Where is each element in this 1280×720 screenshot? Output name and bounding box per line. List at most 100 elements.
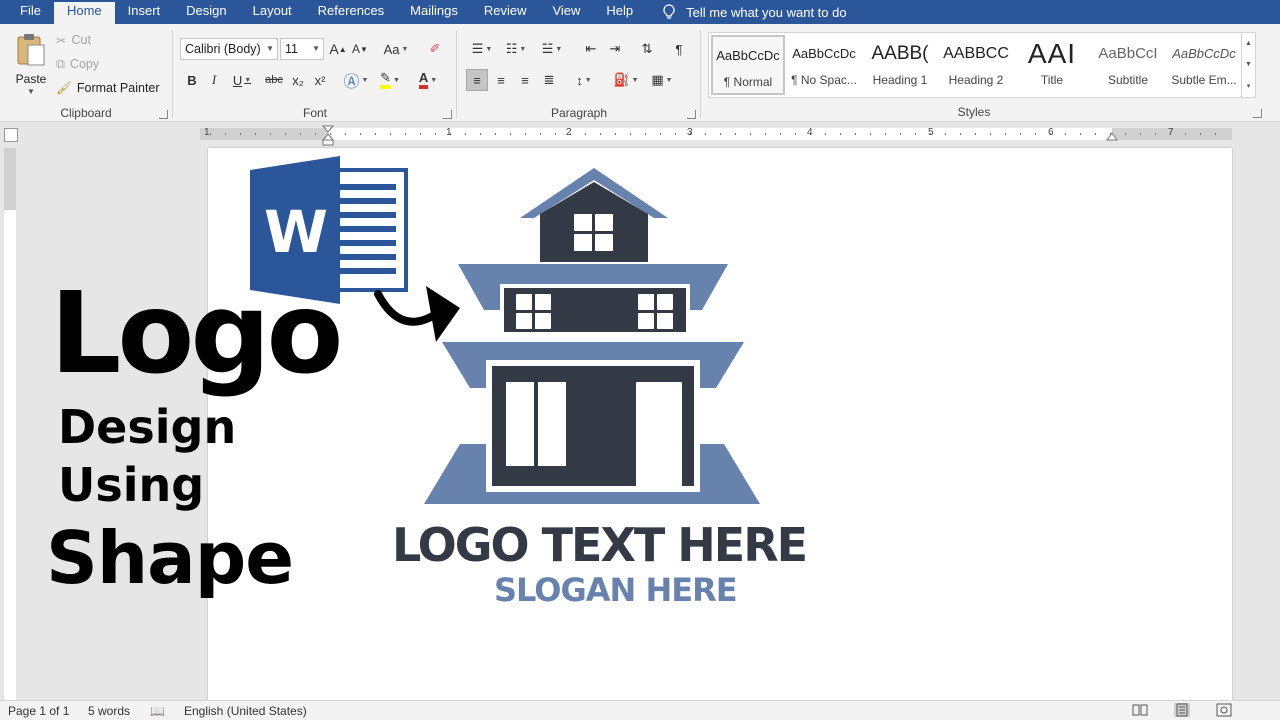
cut-button[interactable]: ✂ Cut [56, 30, 91, 50]
pilcrow-icon: ¶ [675, 41, 683, 57]
tab-review[interactable]: Review [471, 0, 540, 24]
vertical-ruler[interactable] [4, 148, 16, 700]
clipboard-launcher-icon[interactable] [159, 110, 168, 119]
copy-button[interactable]: ⧉ Copy [56, 54, 99, 74]
align-right-button[interactable]: ≡ [514, 69, 536, 91]
read-mode-icon[interactable] [1132, 703, 1148, 717]
horizontal-ruler[interactable]: 1 1 2 3 4 5 6 7 [200, 125, 1232, 146]
align-center-button[interactable]: ≡ [490, 69, 512, 91]
style-title[interactable]: AAI Title [1015, 35, 1089, 95]
more-styles-icon[interactable]: ▾ [1247, 82, 1251, 90]
underline-button[interactable]: U ▼ [228, 69, 256, 91]
sort-button[interactable]: ⇅ [636, 38, 658, 60]
style-sample: AaBbCcDc [792, 46, 856, 61]
proofing-icon[interactable]: 📖 [150, 704, 165, 718]
word-count[interactable]: 5 words [88, 704, 130, 718]
increase-indent-icon: ⇥ [609, 41, 621, 56]
paste-button[interactable]: Paste ▼ [12, 32, 50, 98]
font-size-select[interactable]: 11 ▼ [280, 38, 324, 60]
strikethrough-button[interactable]: abc [262, 69, 286, 91]
style-sample: AaBbCcI [1098, 45, 1158, 62]
indent-marker-icon[interactable] [322, 125, 334, 147]
ruler-number: 1 [204, 127, 210, 138]
tab-design[interactable]: Design [173, 0, 239, 24]
bullets-button[interactable]: ☰ ▼ [466, 38, 498, 60]
paintbrush-icon: 🖌 [56, 80, 72, 95]
decrease-indent-button[interactable]: ⇤ [580, 38, 602, 60]
chevron-down-icon: ▼ [244, 76, 252, 84]
page-count[interactable]: Page 1 of 1 [8, 704, 69, 718]
style-normal[interactable]: AaBbCcDc ¶ Normal [711, 35, 785, 95]
text-effects-button[interactable]: Ⓐ ▼ [342, 69, 370, 91]
style-subtitle[interactable]: AaBbCcI Subtitle [1091, 35, 1165, 95]
italic-button[interactable]: I [204, 69, 224, 91]
ruler-number: 7 [1168, 127, 1174, 138]
styles-gallery: AaBbCcDc ¶ Normal AaBbCcDc ¶ No Spac... … [708, 32, 1256, 98]
subscript-button[interactable]: x₂ [288, 69, 308, 91]
language-indicator[interactable]: English (United States) [184, 704, 307, 718]
tab-home[interactable]: Home [53, 2, 115, 24]
tell-me-box[interactable]: Tell me what you want to do [662, 0, 847, 24]
ruler-ticks [210, 133, 1216, 135]
numbering-button[interactable]: ☷ ▼ [500, 38, 532, 60]
tab-selector[interactable] [4, 128, 18, 142]
ruler-number: 6 [1048, 127, 1054, 138]
style-heading-1[interactable]: AABB( Heading 1 [863, 35, 937, 95]
styles-launcher-icon[interactable] [1253, 109, 1262, 118]
font-color-button[interactable]: A ▼ [412, 69, 444, 91]
font-size-value: 11 [285, 42, 298, 56]
style-name: Subtitle [1107, 73, 1149, 87]
shrink-font-button[interactable]: A ▼ [350, 38, 370, 60]
align-left-button[interactable]: ≡ [466, 69, 488, 91]
increase-indent-button[interactable]: ⇥ [604, 38, 626, 60]
multilevel-list-button[interactable]: ☱ ▼ [536, 38, 568, 60]
style-heading-2[interactable]: AABBCC Heading 2 [939, 35, 1013, 95]
chevron-down-icon[interactable]: ▼ [27, 87, 35, 96]
style-sample: AABBCC [943, 45, 1009, 62]
gallery-scrollbar[interactable]: ▲ ▼ ▾ [1241, 33, 1255, 97]
overlay-title-design: Design [58, 400, 237, 454]
tab-layout[interactable]: Layout [240, 0, 305, 24]
clear-formatting-button[interactable]: ✐ [424, 38, 446, 60]
style-name: Title [1040, 73, 1064, 87]
line-spacing-button[interactable]: ↕ ▼ [568, 69, 600, 91]
style-sample: AaBbCcDc [716, 48, 780, 63]
highlight-color-button[interactable]: ✎ ▼ [374, 69, 406, 91]
ruler-top-margin [4, 148, 16, 210]
tab-insert[interactable]: Insert [115, 0, 174, 24]
web-layout-icon[interactable] [1216, 703, 1232, 717]
menu-bar: File Home Insert Design Layout Reference… [0, 0, 1280, 24]
strikethrough-label: abc [265, 74, 283, 86]
font-launcher-icon[interactable] [443, 110, 452, 119]
bold-button[interactable]: B [182, 69, 202, 91]
paragraph-launcher-icon[interactable] [687, 110, 696, 119]
chevron-down-icon: ▼ [519, 45, 527, 53]
change-case-button[interactable]: Aa ▼ [380, 38, 412, 60]
tab-view[interactable]: View [539, 0, 593, 24]
style-no-spacing[interactable]: AaBbCcDc ¶ No Spac... [787, 35, 861, 95]
justify-icon: ≣ [543, 72, 555, 87]
chevron-down-icon: ▼ [631, 76, 639, 84]
font-group: Calibri (Body) ▼ 11 ▼ A ▲ A ▼ Aa ▼ ✐ B I U ▼… [174, 24, 456, 122]
print-layout-icon[interactable] [1174, 703, 1190, 717]
right-indent-marker-icon[interactable] [1106, 131, 1118, 141]
style-subtle-emphasis[interactable]: AaBbCcDc Subtle Em... [1167, 35, 1241, 95]
chevron-down-icon[interactable]: ▼ [1245, 61, 1252, 68]
tab-mailings[interactable]: Mailings [397, 0, 471, 24]
tab-help[interactable]: Help [593, 0, 646, 24]
superscript-button[interactable]: x² [310, 69, 330, 91]
ruler-number: 3 [687, 127, 693, 138]
format-painter-button[interactable]: 🖌 Format Painter [56, 78, 160, 98]
style-name: Heading 2 [948, 73, 1004, 87]
shading-button[interactable]: ⛽ ▼ [610, 69, 642, 91]
tab-file[interactable]: File [0, 0, 54, 24]
justify-button[interactable]: ≣ [538, 69, 560, 91]
borders-button[interactable]: ▦ ▼ [646, 69, 678, 91]
grow-font-button[interactable]: A ▲ [328, 38, 348, 60]
tab-references[interactable]: References [305, 0, 397, 24]
style-name: ¶ Normal [723, 75, 773, 89]
show-formatting-button[interactable]: ¶ [668, 38, 690, 60]
font-color-icon: A [418, 71, 429, 89]
font-family-select[interactable]: Calibri (Body) ▼ [180, 38, 278, 60]
chevron-up-icon[interactable]: ▲ [1245, 40, 1252, 47]
